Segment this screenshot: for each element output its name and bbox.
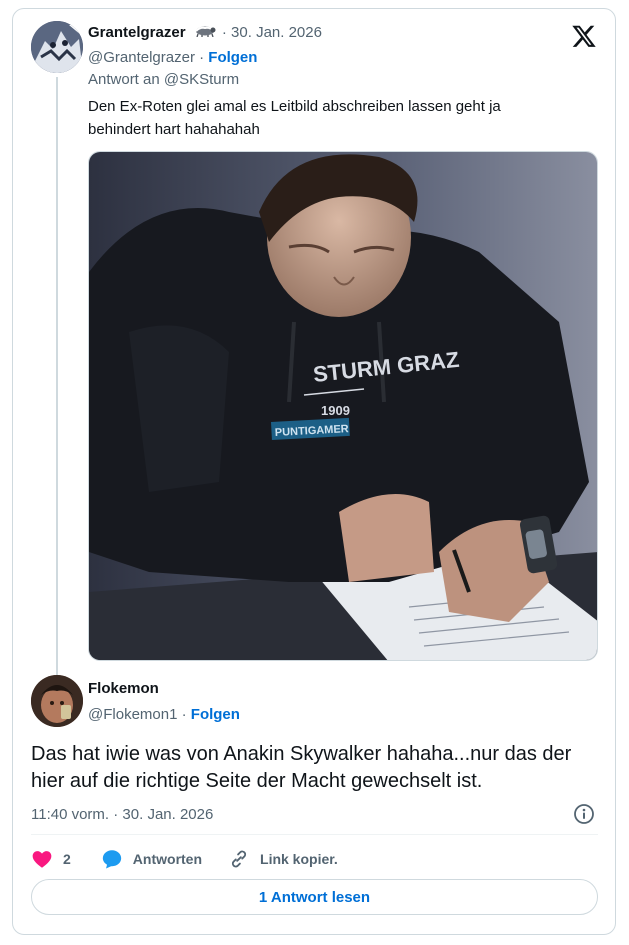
- read-replies-button[interactable]: 1 Antwort lesen: [31, 879, 598, 915]
- reply-button[interactable]: Antworten: [101, 848, 202, 870]
- info-icon[interactable]: [573, 803, 595, 825]
- main-tweet-text: Das hat iwie was von Anakin Skywalker ha…: [31, 743, 572, 792]
- copy-link-button[interactable]: Link kopier.: [228, 848, 338, 870]
- tweet-timestamp[interactable]: 11:40 vorm. · 30. Jan. 2026: [31, 806, 213, 823]
- parent-header: Grantelgrazer · 30. Jan. 2026: [88, 23, 322, 43]
- parent-display-name[interactable]: Grantelgrazer: [88, 24, 186, 41]
- parent-tweet-text: Den Ex-Roten glei amal es Leitbild absch…: [88, 98, 501, 138]
- divider: [31, 834, 598, 835]
- hoodie-year-text: 1909: [321, 403, 350, 418]
- link-icon: [231, 850, 247, 868]
- author-handle[interactable]: @Flokemon1: [88, 706, 177, 723]
- tweet-embed-card: Grantelgrazer · 30. Jan. 2026 @Grantelgr…: [12, 8, 616, 935]
- reply-bubble-icon: [102, 850, 121, 869]
- heart-icon: [32, 851, 52, 868]
- like-button[interactable]: 2: [31, 848, 71, 870]
- parent-handle[interactable]: @Grantelgrazer: [88, 49, 195, 66]
- author-display-name[interactable]: Flokemon: [88, 680, 159, 697]
- copy-link-label: Link kopier.: [260, 851, 338, 867]
- action-bar: 2 Antworten Link kopier.: [31, 846, 338, 872]
- avatar-flokemon[interactable]: [31, 675, 83, 727]
- author-handle-row: @Flokemon1 · Folgen: [88, 706, 240, 723]
- parent-date[interactable]: · 30. Jan. 2026: [222, 24, 322, 41]
- parent-follow-link[interactable]: Folgen: [208, 49, 257, 66]
- reply-label: Antworten: [132, 851, 203, 867]
- reply-to-label[interactable]: Antwort an @SKSturm: [88, 71, 239, 88]
- x-logo-icon[interactable]: [571, 23, 597, 49]
- separator-dot: ·: [181, 706, 187, 723]
- tweet-photo[interactable]: STURM GRAZ 1909 PUNTIGAMER: [88, 151, 598, 661]
- separator-dot: ·: [199, 49, 205, 66]
- badger-emoji-icon: [194, 23, 216, 43]
- parent-handle-row: @Grantelgrazer · Folgen: [88, 49, 257, 66]
- author-follow-link[interactable]: Folgen: [191, 706, 240, 723]
- avatar-grantelgrazer[interactable]: [31, 21, 83, 73]
- like-count: 2: [63, 851, 71, 867]
- thread-connector-line: [56, 77, 58, 677]
